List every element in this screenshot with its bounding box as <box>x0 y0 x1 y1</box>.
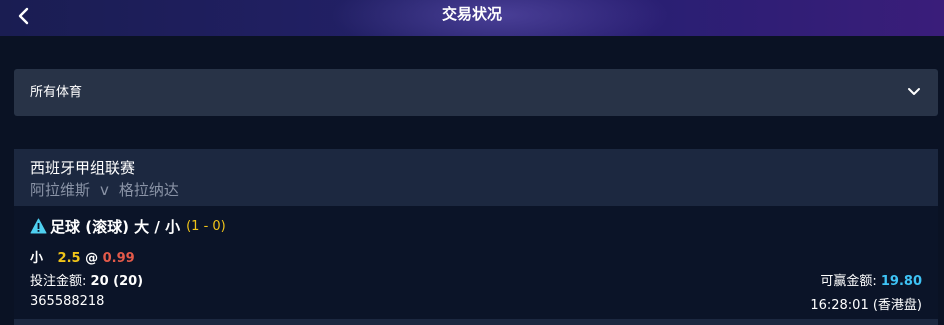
header-bar: 交易状况 <box>0 0 944 36</box>
page-title: 交易状况 <box>441 5 502 23</box>
selection-line: 2.5 <box>57 251 81 266</box>
sport-filter-dropdown[interactable]: 所有体育 <box>14 69 938 116</box>
selection-name: 小 <box>30 251 44 266</box>
stake-label: 投注金额: <box>30 274 87 289</box>
bet-market: 足球 (滚球) 大 / 小 (1 - 0) <box>30 216 226 236</box>
bet-time: 16:28:01 (香港盘) <box>810 298 922 313</box>
next-card-edge <box>14 319 938 325</box>
win-label: 可赢金额: <box>820 274 877 289</box>
warning-icon <box>30 218 47 234</box>
selection-odds: 0.99 <box>102 251 135 266</box>
live-score: (1 - 0) <box>186 218 226 234</box>
league-name: 西班牙甲组联赛 <box>30 159 136 177</box>
bet-selection: 小 2.5 @ 0.99 <box>30 247 135 266</box>
stake-row: 投注金额: 20 (20) 可赢金额: 19.80 <box>30 270 922 289</box>
bet-league-header: 西班牙甲组联赛 阿拉维斯 v 格拉纳达 <box>14 149 938 206</box>
sport-filter-value: 所有体育 <box>30 85 83 100</box>
match-teams: 阿拉维斯 v 格拉纳达 <box>30 179 179 200</box>
away-team: 格拉纳达 <box>118 181 179 199</box>
id-time-row: 365588218 16:28:01 (香港盘) <box>30 294 922 313</box>
win-amount: 可赢金额: 19.80 <box>820 270 922 289</box>
vs-label: v <box>100 181 109 199</box>
market-name: 足球 (滚球) 大 / 小 <box>50 217 181 236</box>
win-value: 19.80 <box>880 274 922 289</box>
at-symbol: @ <box>85 251 99 266</box>
bet-id: 365588218 <box>30 294 105 309</box>
home-team: 阿拉维斯 <box>30 181 91 199</box>
bet-detail-card: 足球 (滚球) 大 / 小 (1 - 0) 小 2.5 @ 0.99 投注金额:… <box>14 206 938 319</box>
chevron-down-icon <box>908 88 920 95</box>
stake-value: 20 (20) <box>90 274 144 289</box>
